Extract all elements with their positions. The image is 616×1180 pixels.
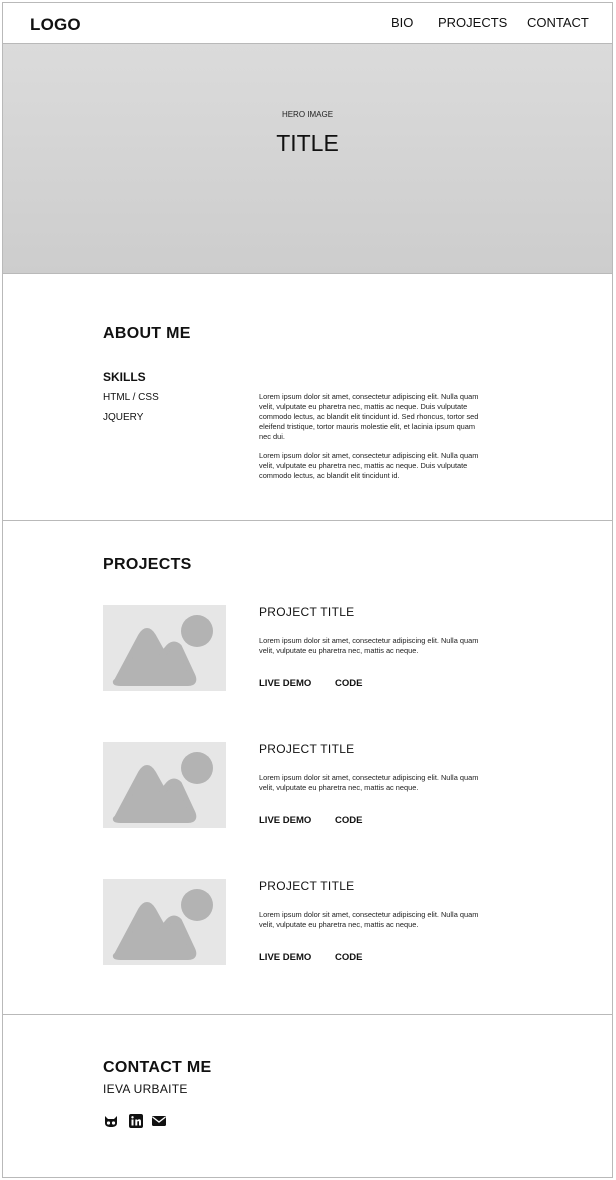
live-demo-link[interactable]: LIVE DEMO [259,952,311,963]
nav-link-projects[interactable]: PROJECTS [438,15,507,30]
contact-section: CONTACT ME IEVA URBAITE [3,1015,612,1177]
hero-title: TITLE [276,130,339,156]
image-placeholder-icon [103,742,226,828]
code-link[interactable]: CODE [335,678,362,689]
skill-item: HTML / CSS [103,392,159,403]
about-heading: ABOUT ME [103,325,191,342]
project-card: PROJECT TITLE Lorem ipsum dolor sit amet… [3,742,612,832]
hero-image: HERO IMAGE TITLE [3,44,612,274]
project-description: Lorem ipsum dolor sit amet, consectetur … [259,636,479,655]
skill-item: JQUERY [103,412,144,423]
project-card: PROJECT TITLE Lorem ipsum dolor sit amet… [3,879,612,969]
live-demo-link[interactable]: LIVE DEMO [259,678,311,689]
image-placeholder-icon [103,605,226,691]
project-title: PROJECT TITLE [259,742,355,756]
contact-heading: CONTACT ME [103,1059,212,1076]
contact-name: IEVA URBAITE [103,1082,188,1096]
projects-heading: PROJECTS [103,556,192,573]
code-link[interactable]: CODE [335,952,362,963]
nav-link-contact[interactable]: CONTACT [527,15,589,30]
code-link[interactable]: CODE [335,815,362,826]
image-placeholder-icon [103,879,226,965]
page-frame: LOGO BIO PROJECTS CONTACT HERO IMAGE TIT… [2,2,613,1178]
hero-label: HERO IMAGE [281,110,334,119]
about-section: ABOUT ME SKILLS HTML / CSS JQUERY Lorem … [3,274,612,521]
about-paragraph: Lorem ipsum dolor sit amet, consectetur … [259,451,479,480]
project-description: Lorem ipsum dolor sit amet, consectetur … [259,910,479,929]
live-demo-link[interactable]: LIVE DEMO [259,815,311,826]
projects-section: PROJECTS PROJECT TITLE Lorem ipsum dolor… [3,521,612,1015]
project-description: Lorem ipsum dolor sit amet, consectetur … [259,773,479,792]
project-title: PROJECT TITLE [259,879,355,893]
github-icon[interactable] [103,1113,119,1129]
linkedin-icon[interactable] [128,1113,144,1129]
envelope-icon[interactable] [151,1113,167,1129]
skills-title: SKILLS [103,370,146,384]
project-card: PROJECT TITLE Lorem ipsum dolor sit amet… [3,605,612,695]
about-paragraph: Lorem ipsum dolor sit amet, consectetur … [259,392,479,441]
logo[interactable]: LOGO [30,15,81,35]
site-header: LOGO BIO PROJECTS CONTACT [3,3,612,44]
nav-link-bio[interactable]: BIO [391,15,413,30]
project-title: PROJECT TITLE [259,605,355,619]
